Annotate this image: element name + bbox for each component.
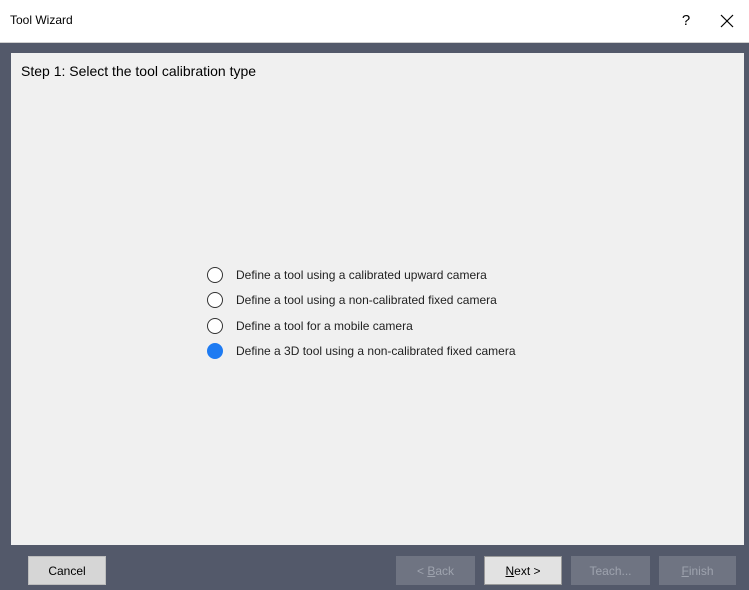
step-title: Step 1: Select the tool calibration type [21,63,257,79]
finish-mnemonic: F [681,563,689,578]
teach-button[interactable]: Teach... [571,556,650,585]
radio-calibrated-upward-camera[interactable] [207,266,223,283]
finish-button[interactable]: Finish [659,556,736,585]
wizard-panel: Step 1: Select the tool calibration type… [11,53,744,545]
back-button[interactable]: < Back [396,556,475,585]
next-mnemonic: N [505,563,515,578]
option-label: Define a 3D tool using a non-calibrated … [236,344,516,358]
cancel-label: Cancel [48,563,86,578]
teach-label: Teach... [589,563,632,578]
radio-non-calibrated-fixed-camera[interactable] [207,292,223,308]
window-title: Tool Wizard [10,13,73,27]
option-label: Define a tool for a mobile camera [236,318,413,333]
cancel-button[interactable]: Cancel [28,556,106,585]
option-label: Define a tool using a calibrated upward … [236,267,487,282]
calibration-type-options: Define a tool using a calibrated upward … [207,262,516,364]
close-button[interactable] [714,8,740,34]
option-calibrated-upward-camera[interactable]: Define a tool using a calibrated upward … [207,262,516,287]
close-icon [720,14,734,28]
option-label: Define a tool using a non-calibrated fix… [236,293,497,307]
option-non-calibrated-fixed-camera[interactable]: Define a tool using a non-calibrated fix… [207,288,516,313]
back-mnemonic: B [427,563,436,578]
option-3d-non-calibrated-fixed-camera[interactable]: Define a 3D tool using a non-calibrated … [207,339,516,364]
radio-3d-non-calibrated-fixed-camera[interactable] [207,343,223,359]
radio-mobile-camera[interactable] [207,317,223,334]
next-button[interactable]: Next > [484,556,562,585]
back-prefix: < [416,563,428,578]
finish-rest: inish [688,563,714,578]
back-rest: ack [435,563,455,578]
title-bar: Tool Wizard ? [0,0,749,43]
help-button[interactable]: ? [676,8,696,34]
option-mobile-camera[interactable]: Define a tool for a mobile camera [207,313,516,338]
next-rest: ext > [514,563,541,578]
